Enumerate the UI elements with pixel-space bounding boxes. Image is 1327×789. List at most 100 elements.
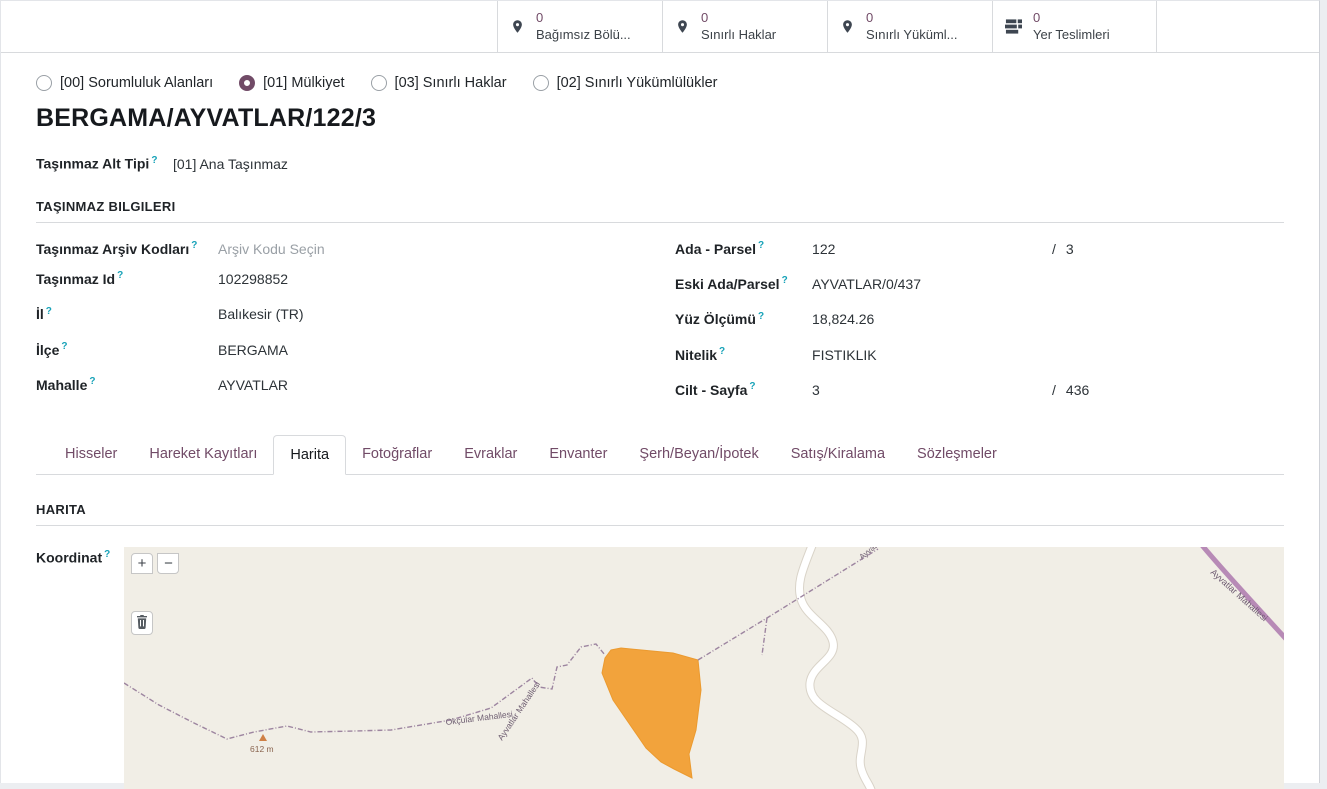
radio-circle-icon xyxy=(371,75,387,91)
field-value-cilt[interactable]: 3 xyxy=(812,382,1052,398)
help-icon[interactable]: ? xyxy=(117,270,123,281)
field-value[interactable]: [01] Ana Taşınmaz xyxy=(173,156,288,172)
stat-buttons: 0 Bağımsız Bölü... 0 Sınırlı Haklar xyxy=(497,1,1157,52)
field-value-parsel[interactable]: 3 xyxy=(1066,241,1074,257)
stat-value: 0 xyxy=(701,10,776,27)
tab-hareket-kayitlari[interactable]: Hareket Kayıtları xyxy=(133,435,273,474)
field-value[interactable]: AYVATLAR xyxy=(218,377,288,393)
stat-button-sinirli-yukumlulukler[interactable]: 0 Sınırlı Yüküml... xyxy=(827,1,992,52)
field-label: Nitelik? xyxy=(675,345,812,365)
help-icon[interactable]: ? xyxy=(749,381,755,392)
field-tasinmaz-arsiv-kodlari: Taşınmaz Arşiv Kodları? Arşiv Kodu Seçin xyxy=(36,239,637,259)
help-icon[interactable]: ? xyxy=(46,306,52,317)
stat-button-sinirli-haklar[interactable]: 0 Sınırlı Haklar xyxy=(662,1,827,52)
field-value-placeholder[interactable]: Arşiv Kodu Seçin xyxy=(218,241,325,257)
radio-label: [00] Sorumluluk Alanları xyxy=(60,75,213,91)
map-boundary-line xyxy=(698,549,878,660)
field-separator: / xyxy=(1052,382,1056,398)
radio-circle-icon xyxy=(239,75,255,91)
map-boundary-line xyxy=(762,618,767,655)
zoom-out-button[interactable]: − xyxy=(157,553,179,574)
field-value[interactable]: AYVATLAR/0/437 xyxy=(812,276,921,292)
field-eski-ada-parsel: Eski Ada/Parsel? AYVATLAR/0/437 xyxy=(675,274,1284,294)
field-value[interactable]: BERGAMA xyxy=(218,342,288,358)
field-tasinmaz-alt-tipi: Taşınmaz Alt Tipi? [01] Ana Taşınmaz xyxy=(36,155,1284,172)
field-il: İl? Balıkesir (TR) xyxy=(36,304,637,324)
field-mahalle: Mahalle? AYVATLAR xyxy=(36,375,637,395)
help-icon[interactable]: ? xyxy=(89,376,95,387)
tab-serh-beyan-ipotek[interactable]: Şerh/Beyan/İpotek xyxy=(623,435,774,474)
field-label-koordinat: Koordinat? xyxy=(36,547,124,789)
help-icon[interactable]: ? xyxy=(61,341,67,352)
map-label-ayvatlar-road: Ayvatlar Mahallesi xyxy=(1209,567,1270,623)
help-icon[interactable]: ? xyxy=(758,311,764,322)
radio-sinirli-haklar[interactable]: [03] Sınırlı Haklar xyxy=(371,75,507,91)
radio-label: [01] Mülkiyet xyxy=(263,75,344,91)
map-peak-label: 612 m xyxy=(250,744,274,754)
field-value[interactable]: Balıkesir (TR) xyxy=(218,306,304,322)
field-column-left: Taşınmaz Arşiv Kodları? Arşiv Kodu Seçin… xyxy=(36,239,637,415)
page-title: BERGAMA/AYVATLAR/122/3 xyxy=(36,104,1284,133)
help-icon[interactable]: ? xyxy=(191,240,197,251)
map-peak-icon xyxy=(259,734,267,741)
radio-mulkiyet[interactable]: [01] Mülkiyet xyxy=(239,75,344,91)
tab-evraklar[interactable]: Evraklar xyxy=(448,435,533,474)
map-road-white xyxy=(799,547,872,789)
stat-label: Sınırlı Haklar xyxy=(701,27,776,44)
map-tiles: 612 m Okçular Mahallesi Ayvatlar Mahalle… xyxy=(124,547,1284,789)
map-canvas[interactable]: 612 m Okçular Mahallesi Ayvatlar Mahalle… xyxy=(124,547,1284,789)
field-grid: Taşınmaz Arşiv Kodları? Arşiv Kodu Seçin… xyxy=(36,239,1284,415)
help-icon[interactable]: ? xyxy=(758,240,764,251)
radio-label: [03] Sınırlı Haklar xyxy=(395,75,507,91)
record-type-radio-group: [00] Sorumluluk Alanları [01] Mülkiyet [… xyxy=(36,75,1284,91)
radio-circle-icon xyxy=(533,75,549,91)
field-label: Mahalle? xyxy=(36,375,218,395)
help-icon[interactable]: ? xyxy=(151,155,157,166)
help-icon[interactable]: ? xyxy=(782,275,788,286)
stat-label: Yer Teslimleri xyxy=(1033,27,1110,44)
form-sheet: 0 Bağımsız Bölü... 0 Sınırlı Haklar xyxy=(0,0,1320,783)
tab-sozlesmeler[interactable]: Sözleşmeler xyxy=(901,435,1013,474)
stat-button-bagimsiz-bolum[interactable]: 0 Bağımsız Bölü... xyxy=(497,1,662,52)
map-field-row: Koordinat? 612 m xyxy=(36,547,1284,789)
tab-envanter[interactable]: Envanter xyxy=(533,435,623,474)
stat-button-yer-teslimleri[interactable]: 0 Yer Teslimleri xyxy=(992,1,1157,52)
stat-value: 0 xyxy=(536,10,631,27)
stat-label: Sınırlı Yüküml... xyxy=(866,27,958,44)
zoom-in-button[interactable]: + xyxy=(131,553,153,574)
field-nitelik: Nitelik? FISTIKLIK xyxy=(675,345,1284,365)
map-parcel-polygon[interactable] xyxy=(602,648,701,778)
notebook-tabs: Hisseler Hareket Kayıtları Harita Fotoğr… xyxy=(36,435,1284,475)
field-value[interactable]: 102298852 xyxy=(218,271,288,287)
tab-fotograflar[interactable]: Fotoğraflar xyxy=(346,435,448,474)
tab-satis-kiralama[interactable]: Satış/Kiralama xyxy=(775,435,901,474)
map-zoom-controls: + − xyxy=(131,553,179,574)
field-yuz-olcumu: Yüz Ölçümü? 18,824.26 xyxy=(675,309,1284,329)
field-value[interactable]: FISTIKLIK xyxy=(812,347,877,363)
field-value-sayfa[interactable]: 436 xyxy=(1066,382,1089,398)
stat-value: 0 xyxy=(1033,10,1110,27)
field-tasinmaz-id: Taşınmaz Id? 102298852 xyxy=(36,269,637,289)
field-label: Taşınmaz Arşiv Kodları? xyxy=(36,239,218,259)
field-separator: / xyxy=(1052,241,1056,257)
delete-geometry-button[interactable] xyxy=(131,611,153,635)
help-icon[interactable]: ? xyxy=(719,346,725,357)
help-icon[interactable]: ? xyxy=(104,549,110,560)
field-label: Yüz Ölçümü? xyxy=(675,309,812,329)
map-pin-icon xyxy=(840,17,855,36)
map-label-ayvatlar-top: Ayvatlar xyxy=(858,547,886,562)
map-pin-icon xyxy=(510,17,525,36)
field-label: İlçe? xyxy=(36,340,218,360)
field-ilce: İlçe? BERGAMA xyxy=(36,340,637,360)
tab-hisseler[interactable]: Hisseler xyxy=(49,435,133,474)
field-value[interactable]: 18,824.26 xyxy=(812,311,874,327)
section-header-tasinmaz-bilgileri: TAŞINMAZ BILGILERI xyxy=(36,199,1284,223)
radio-circle-icon xyxy=(36,75,52,91)
radio-sinirli-yukumlulukler[interactable]: [02] Sınırlı Yükümlülükler xyxy=(533,75,718,91)
field-value-ada[interactable]: 122 xyxy=(812,241,1052,257)
tab-harita[interactable]: Harita xyxy=(273,435,346,475)
section-header-harita: HARITA xyxy=(36,502,1284,526)
field-label: Eski Ada/Parsel? xyxy=(675,274,812,294)
field-cilt-sayfa: Cilt - Sayfa? 3 / 436 xyxy=(675,380,1284,400)
radio-sorumluluk-alanlari[interactable]: [00] Sorumluluk Alanları xyxy=(36,75,213,91)
